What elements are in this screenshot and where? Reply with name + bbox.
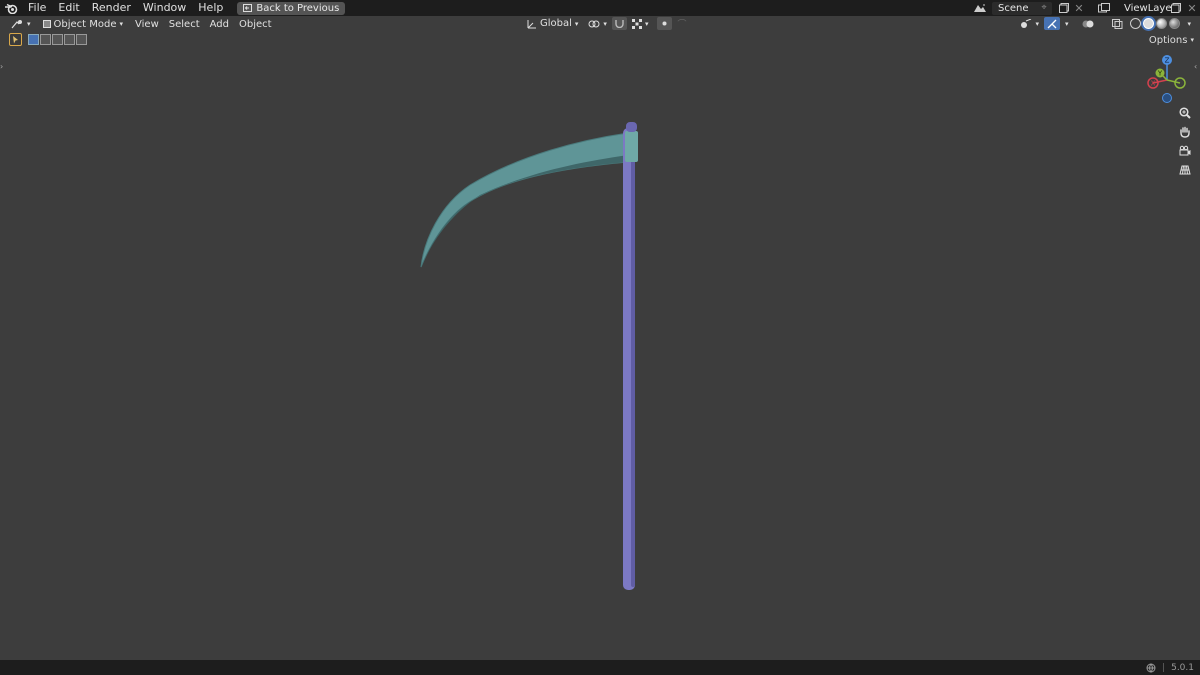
scene-name: Scene — [998, 2, 1029, 14]
chevron-down-icon: ▾ — [1187, 19, 1191, 28]
editor-type-icon — [11, 20, 22, 29]
menu-edit[interactable]: Edit — [52, 0, 85, 16]
menu-help[interactable]: Help — [192, 0, 229, 16]
select-intersect-icon[interactable] — [76, 34, 87, 45]
proportional-icon — [662, 21, 667, 26]
proportional-falloff-dropdown[interactable]: ⌒ — [672, 17, 691, 30]
gizmo-toggle[interactable] — [1043, 17, 1060, 30]
select-new-icon[interactable] — [28, 34, 39, 45]
gizmo-y-label: Y — [1157, 70, 1163, 78]
blender-logo-icon[interactable] — [0, 0, 22, 16]
scene-icon[interactable] — [970, 3, 990, 13]
gizmo-dropdown[interactable]: ▾ — [1060, 17, 1074, 30]
overlays-toggle[interactable] — [1077, 17, 1099, 30]
back-to-previous-button[interactable]: Back to Previous — [237, 1, 346, 15]
select-tool-icon[interactable] — [9, 33, 22, 46]
menu-window[interactable]: Window — [137, 0, 192, 16]
viewport-scene — [420, 122, 638, 590]
pin-icon[interactable]: ⌖ — [1038, 3, 1050, 13]
editor-type-button[interactable]: ▾ — [6, 18, 36, 31]
snap-increment-icon — [631, 18, 642, 29]
viewport-header: ▾ Object Mode ▾ View Select Add Object G… — [0, 16, 1200, 32]
gizmo-z-label: Z — [1165, 57, 1170, 65]
version-label: 5.0.1 — [1171, 662, 1194, 673]
pivot-point-button[interactable]: ▾ — [583, 17, 612, 30]
wireframe-shading-icon[interactable] — [1130, 18, 1142, 29]
chevron-down-icon: ▾ — [574, 19, 579, 28]
zoom-icon[interactable] — [1177, 105, 1193, 121]
screen-back-icon — [243, 4, 253, 12]
select-extend-icon[interactable] — [40, 34, 51, 45]
rendered-shading-icon[interactable] — [1169, 18, 1181, 29]
grid-icon[interactable] — [1177, 162, 1193, 178]
scythe-blade[interactable] — [420, 132, 629, 268]
falloff-icon: ⌒ — [677, 20, 687, 30]
chevron-down-icon: ▾ — [644, 19, 649, 28]
material-shading-icon[interactable] — [1156, 18, 1168, 29]
new-view-layer-icon[interactable] — [1168, 3, 1184, 13]
selection-mode-group — [28, 34, 87, 45]
object-mode-dropdown[interactable]: Object Mode ▾ — [38, 18, 129, 31]
view-layer-icon[interactable] — [1094, 3, 1114, 13]
gizmo-x-label: X — [1151, 80, 1156, 88]
tool-settings-row: Options ▾ — [0, 32, 1200, 48]
options-dropdown[interactable]: Options ▾ — [1149, 33, 1194, 47]
scythe-collar — [625, 131, 638, 162]
link-icon — [588, 20, 600, 27]
chevron-down-icon: ▾ — [1190, 36, 1194, 44]
delete-view-layer-icon[interactable]: ✕ — [1184, 2, 1200, 15]
3d-viewport[interactable] — [0, 0, 1200, 660]
shading-dropdown[interactable]: ▾ — [1182, 17, 1196, 30]
snap-toggle[interactable] — [611, 17, 627, 30]
chevron-down-icon: ▾ — [1064, 19, 1069, 28]
chevron-down-icon: ▾ — [119, 20, 124, 28]
gizmo-icon — [1047, 19, 1057, 28]
visibility-dropdown[interactable]: ▾ — [1015, 17, 1044, 30]
select-invert-icon[interactable] — [64, 34, 75, 45]
snap-target-dropdown[interactable]: ▾ — [627, 17, 654, 30]
menu-object[interactable]: Object — [234, 18, 277, 31]
transform-orientation-dropdown[interactable]: Global ▾ — [522, 17, 583, 30]
delete-scene-icon[interactable]: ✕ — [1072, 2, 1086, 15]
xray-toggle[interactable] — [1107, 17, 1128, 30]
menu-view[interactable]: View — [130, 18, 164, 31]
xray-icon — [1112, 18, 1123, 29]
select-subtract-icon[interactable] — [52, 34, 63, 45]
new-scene-icon[interactable] — [1056, 3, 1072, 13]
status-separator: | — [1162, 662, 1166, 673]
object-mode-icon — [42, 20, 51, 28]
chevron-down-icon: ▾ — [603, 19, 607, 28]
sidebar-expand-icon[interactable]: ‹ — [1194, 62, 1200, 72]
magnet-icon — [615, 20, 624, 28]
hand-icon[interactable] — [1177, 124, 1193, 140]
chevron-down-icon: ▾ — [27, 20, 31, 28]
menu-add[interactable]: Add — [205, 18, 234, 31]
menu-file[interactable]: File — [22, 0, 52, 16]
scythe-handle-cap — [626, 122, 637, 132]
back-to-previous-label: Back to Previous — [256, 2, 340, 14]
overlays-icon — [1082, 20, 1094, 27]
status-bar: | 5.0.1 — [0, 660, 1200, 675]
shading-modes — [1128, 17, 1182, 30]
toolbar-expand-icon[interactable]: › — [0, 62, 6, 72]
orientation-icon — [527, 19, 536, 28]
object-mode-label: Object Mode — [53, 18, 117, 30]
navigation-gizmo[interactable]: Z Y X — [1142, 52, 1192, 104]
object-type-visibility-icon — [1021, 18, 1032, 28]
proportional-edit-toggle[interactable] — [657, 17, 673, 30]
scythe-handle-shade — [631, 132, 635, 587]
camera-icon[interactable] — [1177, 143, 1193, 159]
solid-shading-icon[interactable] — [1143, 18, 1155, 29]
menu-select[interactable]: Select — [164, 18, 205, 31]
scene-layer-selectors: Scene ⌖ ✕ ViewLayer ✕ — [970, 0, 1200, 16]
menu-render[interactable]: Render — [86, 0, 137, 16]
view-layer-field[interactable]: ViewLayer — [1118, 2, 1176, 15]
network-icon — [1146, 663, 1156, 673]
transform-orientation-label: Global — [540, 18, 572, 29]
gizmo-neg-z-axis[interactable] — [1162, 93, 1172, 103]
options-label: Options — [1148, 34, 1188, 46]
chevron-down-icon: ▾ — [1035, 19, 1039, 28]
